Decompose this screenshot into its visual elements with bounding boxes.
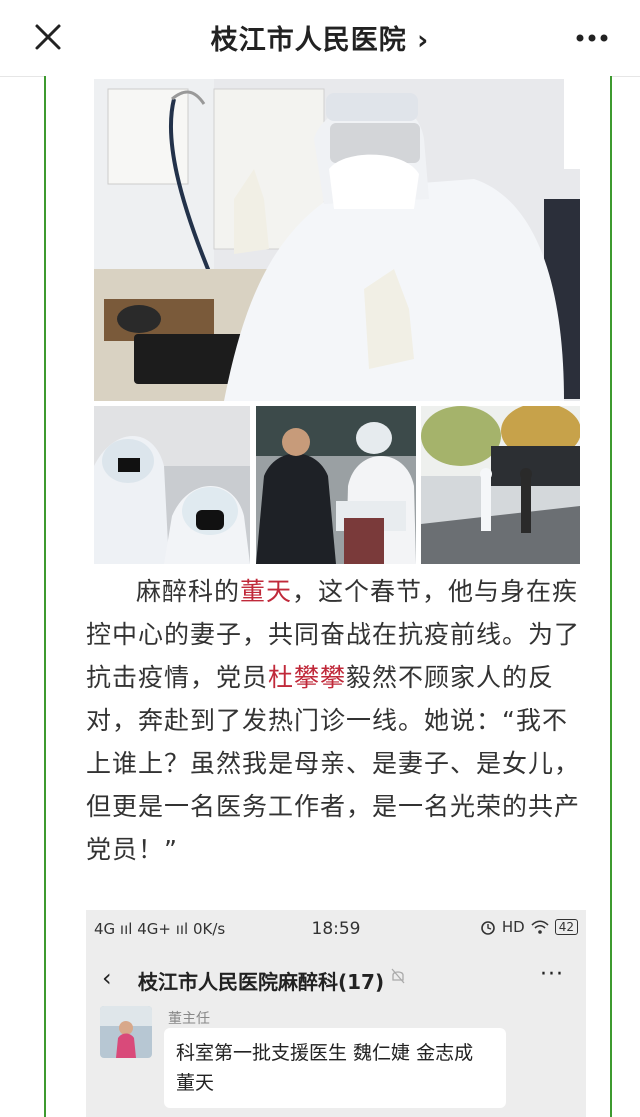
photo-two-staff-face-shields — [94, 406, 250, 564]
chat-more-button[interactable]: ··· — [540, 962, 564, 987]
group-name: 枝江市人民医院麻醉科(17) — [138, 970, 385, 994]
embedded-chat-screenshot: 4G ııl 4G+ ııl 0K/s 18:59 HD 42 ‹ 枝江市人民医… — [86, 910, 586, 1117]
more-options-button[interactable] — [572, 24, 612, 52]
photo-outdoor-street-screening — [421, 406, 580, 564]
article-text-3: 毅然不顾家人的反对，奔赴到了发热门诊一线。她说：“我不上谁上？虽然我是母亲、是妻… — [86, 663, 581, 864]
back-button[interactable]: ‹ — [102, 964, 112, 992]
page-title[interactable]: 枝江市人民医院 › — [0, 18, 640, 57]
hd-indicator: HD — [501, 918, 525, 936]
highlight-name-dong-tian: 董天 — [240, 577, 293, 606]
highlight-name-du-panpan: 杜攀攀 — [268, 663, 347, 692]
wifi-icon — [531, 920, 549, 934]
status-right: HD 42 — [480, 918, 578, 936]
alarm-icon — [481, 921, 495, 935]
mute-bell-icon — [391, 968, 405, 988]
article-text-1: 麻醉科的 — [136, 577, 241, 606]
more-dots-icon — [576, 34, 608, 42]
status-bar: 4G ııl 4G+ ııl 0K/s 18:59 HD 42 — [86, 910, 586, 946]
main-photo-thumbs-up-doctor — [94, 79, 580, 401]
photo-patient-check-in — [256, 406, 416, 564]
article-paragraph: 麻醉科的董天，这个春节，他与身在疾控中心的妻子，共同奋战在抗疫前线。为了抗击疫情… — [86, 570, 586, 871]
battery-icon: 42 — [554, 919, 578, 935]
chat-header: ‹ 枝江市人民医院麻醉科(17) ··· — [86, 946, 586, 1008]
message-sender: 董主任 — [168, 1011, 210, 1027]
message-bubble[interactable]: 科室第一批支援医生 魏仁婕 金志成 董天 — [164, 1028, 506, 1108]
top-bar: 枝江市人民医院 › — [0, 0, 640, 77]
battery-level: 42 — [558, 920, 574, 934]
avatar[interactable] — [100, 1006, 152, 1058]
